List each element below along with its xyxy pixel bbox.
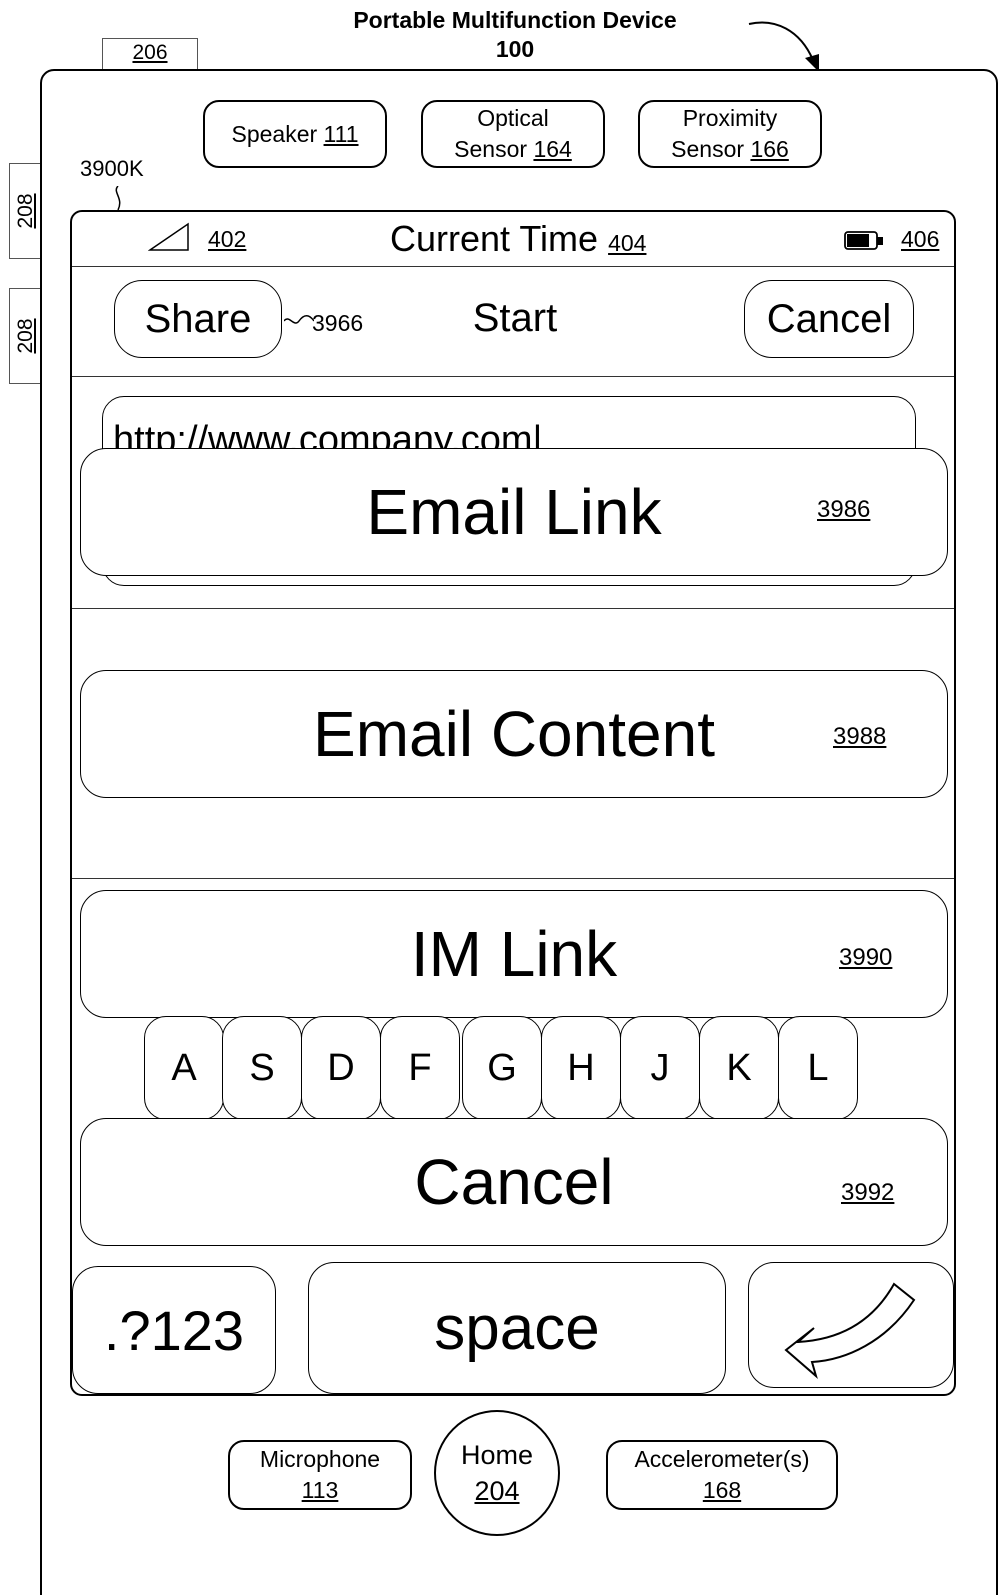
figure-title: Portable Multifunction Device 100 (353, 7, 677, 62)
key-h[interactable]: H (541, 1016, 621, 1120)
side-button-208-upper: 208 (9, 163, 41, 259)
im-link-button[interactable]: IM Link 3990 (80, 890, 948, 1018)
return-arrow-icon (784, 1282, 916, 1379)
battery-icon (844, 231, 883, 250)
ref-3900k: 3900K (80, 156, 144, 181)
sheet-divider-2 (72, 878, 954, 879)
email-content-label: Email Content (313, 698, 715, 770)
microphone: Microphone 113 (228, 1440, 412, 1510)
sheet-divider-1 (72, 608, 954, 609)
key-g[interactable]: G (462, 1016, 542, 1120)
proximity-sensor: Proximity Sensor 166 (638, 100, 822, 168)
nav-bar-divider (72, 376, 954, 377)
im-link-ref: 3990 (839, 944, 893, 971)
numbers-key[interactable]: .?123 (72, 1266, 276, 1394)
leader-squiggle-icon (115, 186, 121, 211)
leader-squiggle-icon (284, 315, 314, 324)
key-d[interactable]: D (301, 1016, 381, 1120)
im-link-label: IM Link (410, 918, 618, 990)
battery-ref: 406 (901, 226, 940, 252)
cancel-sheet-label: Cancel (414, 1146, 614, 1218)
space-key[interactable]: space (308, 1262, 726, 1394)
nav-title: Start (472, 296, 558, 340)
signal-ref: 402 (208, 226, 247, 252)
signal-strength-icon (148, 222, 189, 251)
key-a[interactable]: A (144, 1016, 224, 1120)
touch-screen: 402 Current Time 404 406 Share 3966 Star… (70, 210, 956, 1396)
pointer-arrow-icon (748, 21, 819, 72)
side-button-208-lower: 208 (9, 288, 41, 384)
key-s[interactable]: S (222, 1016, 302, 1120)
share-ref: 3966 (312, 310, 364, 336)
key-f[interactable]: F (380, 1016, 460, 1120)
key-l[interactable]: L (778, 1016, 858, 1120)
home-button[interactable]: Home 204 (434, 1410, 560, 1536)
current-time: Current Time 404 (390, 218, 647, 259)
optical-sensor: Optical Sensor 164 (421, 100, 605, 168)
cancel-nav-button[interactable]: Cancel (744, 280, 914, 358)
key-k[interactable]: K (699, 1016, 779, 1120)
speaker: Speaker 111 (203, 100, 387, 168)
email-content-button[interactable]: Email Content 3988 (80, 670, 948, 798)
accelerometer: Accelerometer(s) 168 (606, 1440, 838, 1510)
cancel-sheet-ref: 3992 (841, 1179, 895, 1206)
key-j[interactable]: J (620, 1016, 700, 1120)
email-link-label: Email Link (366, 476, 662, 548)
return-key[interactable] (748, 1262, 954, 1388)
status-bar-divider (72, 266, 954, 267)
cancel-sheet-button[interactable]: Cancel 3992 (80, 1118, 948, 1246)
email-link-button[interactable]: Email Link 3986 (80, 448, 948, 576)
email-content-ref: 3988 (833, 723, 887, 750)
email-link-ref: 3986 (817, 496, 871, 523)
ref-206-tag: 206 (102, 38, 198, 70)
share-button[interactable]: Share (114, 280, 282, 358)
